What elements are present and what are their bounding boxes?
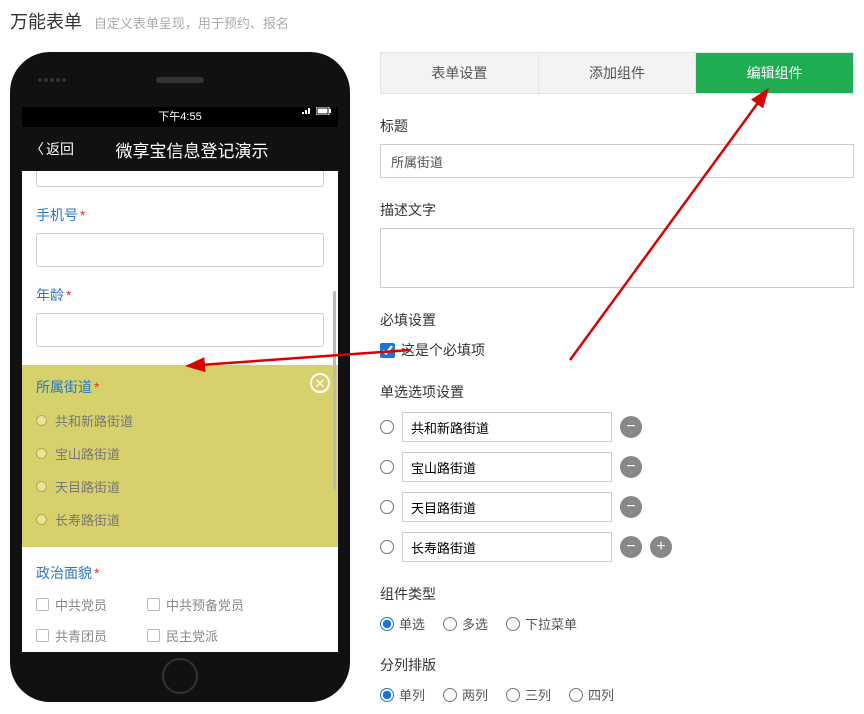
option-radio[interactable] xyxy=(380,460,394,474)
nav-title: 微享宝信息登记演示 xyxy=(54,137,330,162)
political-option[interactable]: 民主党派 xyxy=(147,626,218,645)
street-label: 所属街道* xyxy=(36,377,324,397)
tab-form-settings[interactable]: 表单设置 xyxy=(381,53,539,93)
form-body: 手机号* 年龄* ✕ 所属街道* 共和新路街道 宝山路街道 天目路街道 长寿路街… xyxy=(22,171,338,652)
comp-type-option[interactable]: 单选 xyxy=(380,614,425,633)
comp-type-option[interactable]: 下拉菜单 xyxy=(506,614,577,633)
political-option[interactable]: 共青团员 xyxy=(36,626,107,645)
desc-input[interactable] xyxy=(380,228,854,288)
chevron-left-icon: 〈 xyxy=(30,139,44,159)
status-bar: 下午4:55 xyxy=(22,107,338,127)
close-icon[interactable]: ✕ xyxy=(310,373,330,393)
tab-edit-component[interactable]: 编辑组件 xyxy=(696,53,853,93)
column-option[interactable]: 四列 xyxy=(569,685,614,704)
plus-icon[interactable]: + xyxy=(650,536,672,558)
street-option[interactable]: 长寿路街道 xyxy=(36,510,324,529)
scrollbar[interactable] xyxy=(333,291,336,491)
editor-panel: 表单设置 添加组件 编辑组件 标题 描述文字 必填设置 这是个必填项 单选选项设… xyxy=(380,52,854,704)
political-option[interactable]: 中共党员 xyxy=(36,595,107,614)
tabs: 表单设置 添加组件 编辑组件 xyxy=(380,52,854,94)
option-text[interactable] xyxy=(402,412,612,442)
political-label: 政治面貌* xyxy=(36,563,324,583)
phone-label: 手机号* xyxy=(36,205,324,225)
comp-type-option[interactable]: 多选 xyxy=(443,614,488,633)
option-radio[interactable] xyxy=(380,420,394,434)
tab-add-component[interactable]: 添加组件 xyxy=(539,53,697,93)
street-option[interactable]: 宝山路街道 xyxy=(36,444,324,463)
option-radio[interactable] xyxy=(380,500,394,514)
required-text: 这是个必填项 xyxy=(401,340,485,360)
political-option[interactable]: 中共预备党员 xyxy=(147,595,244,614)
column-option[interactable]: 两列 xyxy=(443,685,488,704)
home-button-icon xyxy=(162,658,198,694)
option-text[interactable] xyxy=(402,492,612,522)
option-row: − xyxy=(380,492,854,522)
option-row: − xyxy=(380,412,854,442)
radio-options-label: 单选选项设置 xyxy=(380,382,854,402)
title-label: 标题 xyxy=(380,116,854,136)
status-time: 下午4:55 xyxy=(158,111,201,123)
desc-label: 描述文字 xyxy=(380,200,854,220)
street-component-selected[interactable]: ✕ 所属街道* 共和新路街道 宝山路街道 天目路街道 长寿路街道 xyxy=(22,365,338,547)
street-option[interactable]: 天目路街道 xyxy=(36,477,324,496)
option-radio[interactable] xyxy=(380,540,394,554)
title-input[interactable] xyxy=(380,144,854,178)
phone-preview-frame: 下午4:55 〈 返回 微享宝信息登记演示 手机号* xyxy=(10,52,350,702)
age-label: 年龄* xyxy=(36,285,324,305)
required-checkbox[interactable] xyxy=(380,343,395,358)
comp-type-label: 组件类型 xyxy=(380,584,854,604)
phone-input[interactable] xyxy=(36,233,324,267)
minus-icon[interactable]: − xyxy=(620,416,642,438)
input-partial xyxy=(36,171,324,187)
option-row: − + xyxy=(380,532,854,562)
page-subtitle: 自定义表单呈现，用于预约、报名 xyxy=(94,16,289,31)
page-title: 万能表单 xyxy=(10,8,82,34)
age-input[interactable] xyxy=(36,313,324,347)
minus-icon[interactable]: − xyxy=(620,536,642,558)
option-text[interactable] xyxy=(402,452,612,482)
street-option[interactable]: 共和新路街道 xyxy=(36,411,324,430)
option-text[interactable] xyxy=(402,532,612,562)
minus-icon[interactable]: − xyxy=(620,456,642,478)
column-option[interactable]: 单列 xyxy=(380,685,425,704)
column-option[interactable]: 三列 xyxy=(506,685,551,704)
column-label: 分列排版 xyxy=(380,655,854,675)
status-icons xyxy=(301,107,332,115)
option-row: − xyxy=(380,452,854,482)
page-header: 万能表单 自定义表单呈现，用于预约、报名 xyxy=(0,0,864,42)
required-label: 必填设置 xyxy=(380,310,854,330)
minus-icon[interactable]: − xyxy=(620,496,642,518)
navbar: 〈 返回 微享宝信息登记演示 xyxy=(22,127,338,171)
